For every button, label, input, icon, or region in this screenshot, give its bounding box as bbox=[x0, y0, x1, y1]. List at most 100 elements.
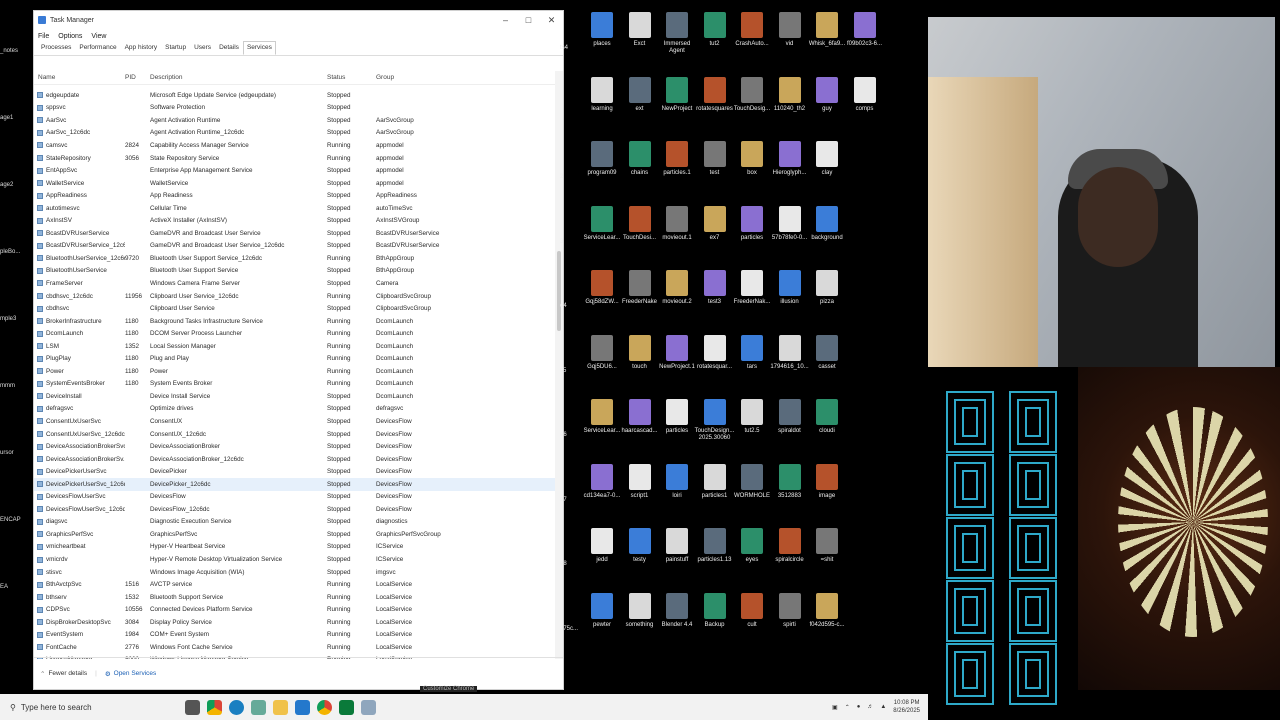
table-row[interactable]: AppReadiness App Readiness Stopped AppReadi… bbox=[34, 189, 555, 202]
desktop-icon[interactable]: FreederNake bbox=[620, 270, 660, 306]
desktop-icon[interactable]: places bbox=[582, 12, 622, 48]
column-status[interactable]: Status bbox=[327, 74, 376, 81]
table-row[interactable]: EventSystem 1984 COM+ Event System Running L… bbox=[34, 629, 555, 642]
desktop-icon[interactable]: tut2.5 bbox=[732, 399, 772, 435]
table-row[interactable]: WalletService WalletService Stopped appmode… bbox=[34, 177, 555, 190]
table-row[interactable]: BcastDVRUserService GameDVR and Broadcast… bbox=[34, 227, 555, 240]
desktop-icon[interactable]: 57b78fe0-0... bbox=[770, 205, 810, 242]
desktop-icon[interactable]: chains bbox=[620, 141, 660, 177]
tab-services[interactable]: Services bbox=[242, 41, 276, 55]
network-icon[interactable]: ▲ bbox=[880, 704, 886, 710]
mic-icon[interactable]: ● bbox=[857, 704, 861, 710]
vertical-scrollbar[interactable] bbox=[555, 71, 563, 659]
menu-view[interactable]: View bbox=[91, 33, 106, 40]
task-manager-taskbar-icon[interactable] bbox=[361, 699, 376, 715]
table-row[interactable]: DevicesFlowUserSvc_12c6dc DevicesFlow_12c… bbox=[34, 503, 555, 516]
table-row[interactable]: DeviceInstall Device Install Service Stopp… bbox=[34, 390, 555, 403]
desktop-icon[interactable]: TouchDesig... bbox=[732, 76, 772, 113]
desktop-icon[interactable]: FreederNak... bbox=[732, 270, 772, 306]
column-group[interactable]: Group bbox=[376, 74, 466, 81]
table-row[interactable]: stisvc Windows Image Acquisition (WIA) Sto… bbox=[34, 566, 555, 579]
desktop-icon-partial[interactable]: ursor bbox=[0, 450, 20, 456]
desktop-icon[interactable]: NewProject bbox=[657, 76, 697, 113]
desktop-icon[interactable]: =shit bbox=[807, 528, 847, 564]
desktop-icon[interactable]: test3 bbox=[695, 270, 735, 306]
desktop-icon[interactable]: program09 bbox=[582, 141, 622, 177]
desktop-icon[interactable]: 1794616_10... bbox=[770, 334, 810, 371]
desktop-icon[interactable]: ext bbox=[620, 76, 660, 113]
table-row[interactable]: ConsentUxUserSvc_12c6dc ConsentUX_12c6dc S… bbox=[34, 428, 555, 441]
tab-startup[interactable]: Startup bbox=[161, 41, 190, 55]
table-row[interactable]: FontCache 2776 Windows Font Cache Service R… bbox=[34, 641, 555, 654]
close-icon[interactable]: ✕ bbox=[540, 15, 563, 26]
table-row[interactable]: AarSvc_12c6dc Agent Activation Runtime_12… bbox=[34, 127, 555, 140]
desktop-icon[interactable]: pewter bbox=[582, 592, 622, 629]
taskbar-search[interactable]: ⚲ Type here to search bbox=[10, 697, 175, 717]
desktop-icon[interactable]: tut2 bbox=[695, 12, 735, 48]
desktop-icon[interactable]: loiri bbox=[657, 463, 697, 500]
desktop-icon[interactable]: Backup bbox=[695, 592, 735, 629]
task-view-icon[interactable] bbox=[185, 699, 200, 715]
table-row[interactable]: cbdhsvc Clipboard User Service Stopped Clip… bbox=[34, 302, 555, 315]
desktop-icon[interactable]: cloudi bbox=[807, 399, 847, 435]
desktop-icon[interactable]: e8 bbox=[560, 561, 574, 568]
desktop-icon[interactable]: CrashAuto... bbox=[732, 12, 772, 48]
hidden-icons-icon[interactable]: ⌃ bbox=[845, 704, 850, 711]
desktop-icon[interactable]: jedd bbox=[582, 528, 622, 564]
table-row[interactable]: diagsvc Diagnostic Execution Service Stopp… bbox=[34, 516, 555, 529]
desktop-icon[interactable]: illusion bbox=[770, 270, 810, 306]
desktop-icon[interactable]: ServiceLear... bbox=[582, 399, 622, 435]
table-row[interactable]: LSM 1352 Local Session Manager Running DcomL… bbox=[34, 340, 555, 353]
menu-file[interactable]: File bbox=[38, 33, 49, 40]
desktop-icon[interactable]: script1 bbox=[620, 463, 660, 500]
desktop-icon[interactable]: box bbox=[732, 141, 772, 177]
desktop-icon[interactable]: particles.1 bbox=[657, 141, 697, 177]
tab-performance[interactable]: Performance bbox=[75, 41, 120, 55]
table-row[interactable]: GraphicsPerfSvc GraphicsPerfSvc Stopped Gra… bbox=[34, 528, 555, 541]
desktop-icon[interactable]: NewProject.1 bbox=[657, 334, 697, 371]
desktop-icon[interactable]: testy bbox=[620, 528, 660, 564]
table-row[interactable]: edgeupdate Microsoft Edge Update Service … bbox=[34, 89, 555, 102]
menu-options[interactable]: Options bbox=[58, 33, 82, 40]
table-row[interactable]: cbdhsvc_12c6dc 11956 Clipboard User Servic… bbox=[34, 290, 555, 303]
table-row[interactable]: DcomLaunch 1180 DCOM Server Process Launch… bbox=[34, 327, 555, 340]
desktop-icon[interactable]: spiraldot bbox=[770, 399, 810, 435]
column-name[interactable]: Name bbox=[34, 74, 125, 81]
table-row[interactable]: defragsvc Optimize drives Stopped defragsvc bbox=[34, 403, 555, 416]
desktop-icon[interactable]: comps bbox=[845, 76, 885, 113]
table-row[interactable]: BluetoothUserService_12c6dc 9720 Bluetooth… bbox=[34, 252, 555, 265]
desktop-icon[interactable]: spiralcircle bbox=[770, 528, 810, 564]
terminal-icon[interactable] bbox=[339, 699, 354, 715]
desktop-icon[interactable]: Gqj58dZW... bbox=[582, 270, 622, 306]
desktop-icon-partial[interactable]: mmm bbox=[0, 383, 20, 389]
chrome-icon[interactable] bbox=[207, 699, 222, 715]
desktop-icon-partial[interactable]: age2 bbox=[0, 182, 20, 188]
desktop-icon[interactable]: vid bbox=[770, 12, 810, 48]
desktop-icon[interactable]: painstuff bbox=[657, 528, 697, 564]
edge-icon[interactable] bbox=[229, 699, 244, 715]
table-row[interactable]: camsvc 2824 Capability Access Manager Serv… bbox=[34, 139, 555, 152]
desktop-icon[interactable]: TouchDesign... 2025.30060 bbox=[695, 399, 735, 442]
desktop-icon[interactable]: tars bbox=[732, 334, 772, 371]
table-row[interactable]: StateRepository 3056 State Repository Serv… bbox=[34, 152, 555, 165]
vscode-icon[interactable] bbox=[295, 699, 310, 715]
desktop-icon[interactable]: particles1 bbox=[695, 463, 735, 500]
table-row[interactable]: autotimesvc Cellular Time Stopped autoTimeS… bbox=[34, 202, 555, 215]
fewer-details-button[interactable]: ⌃ Fewer details bbox=[40, 670, 87, 678]
desktop-icon[interactable]: Immersed Agent bbox=[657, 12, 697, 55]
desktop-icon-partial[interactable]: EA bbox=[0, 584, 20, 590]
task-manager-window[interactable]: Task Manager – □ ✕ File Options View Pro… bbox=[33, 10, 564, 690]
table-row[interactable]: ConsentUxUserSvc ConsentUX Stopped DevicesF… bbox=[34, 415, 555, 428]
desktop-icon[interactable]: rotatesquares bbox=[695, 76, 735, 113]
desktop-icon[interactable]: image bbox=[807, 463, 847, 500]
table-row[interactable]: DispBrokerDesktopSvc 3084 Display Policy S… bbox=[34, 616, 555, 629]
clock[interactable]: 10:08 PM 8/26/2025 bbox=[893, 699, 920, 715]
desktop-icon[interactable]: particles bbox=[732, 205, 772, 242]
table-row[interactable]: sppsvc Software Protection Stopped bbox=[34, 102, 555, 115]
maximize-icon[interactable]: □ bbox=[517, 15, 540, 26]
table-row[interactable]: EntAppSvc Enterprise App Management Servi… bbox=[34, 164, 555, 177]
table-row[interactable]: DeviceAssociationBrokerSv... DeviceAssoci… bbox=[34, 453, 555, 466]
desktop-icon[interactable]: background bbox=[807, 205, 847, 242]
desktop-icon[interactable]: Whisk_6fa9... bbox=[807, 12, 847, 48]
column-description[interactable]: Description bbox=[150, 74, 327, 81]
